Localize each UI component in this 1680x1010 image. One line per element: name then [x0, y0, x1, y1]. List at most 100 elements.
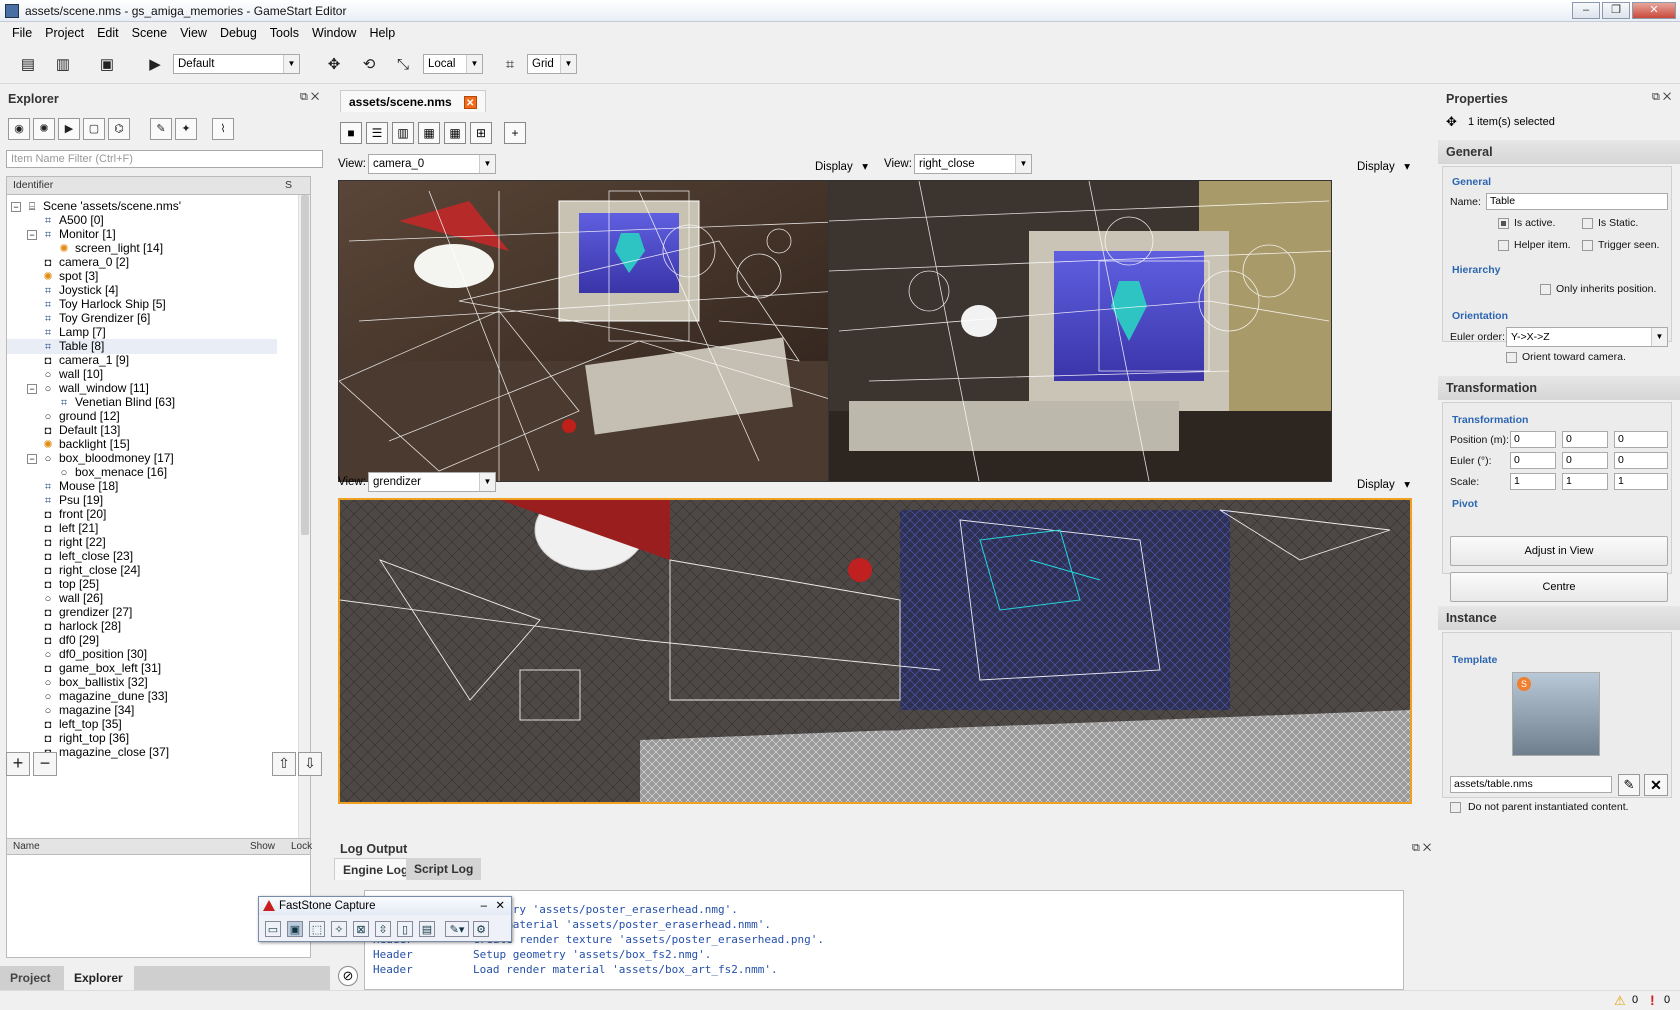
edit-icon[interactable]: ✎: [150, 118, 172, 140]
sparkle-icon[interactable]: ✦: [175, 118, 197, 140]
template-path-field[interactable]: assets/table.nms: [1450, 776, 1612, 793]
tree-item[interactable]: ⌗ Lamp [7]: [7, 325, 106, 340]
tree-item[interactable]: ○ wall [10]: [7, 367, 103, 382]
euler-order-select[interactable]: Y->X->Z ▼: [1506, 327, 1668, 347]
capture-fullscreen-icon[interactable]: ⊠: [353, 921, 369, 937]
tree-item[interactable]: ◘ right_top [36]: [7, 731, 129, 746]
add-item-button[interactable]: +: [6, 752, 30, 776]
tree-item[interactable]: ⌗ Psu [19]: [7, 493, 103, 508]
menu-help[interactable]: Help: [369, 26, 395, 40]
euler-z-field[interactable]: 0: [1614, 452, 1668, 469]
explorer-dock-buttons[interactable]: ⧉ ✕: [300, 91, 319, 104]
graph-icon[interactable]: ⌇: [212, 118, 234, 140]
tree-item[interactable]: ○ wall [26]: [7, 591, 103, 606]
tree-item[interactable]: ◘ right_close [24]: [7, 563, 141, 578]
is-static-checkbox[interactable]: [1582, 218, 1593, 229]
output-menu-icon[interactable]: ✎▾: [445, 921, 469, 937]
menu-window[interactable]: Window: [312, 26, 356, 40]
space-select[interactable]: Local ▼: [423, 54, 483, 74]
collapse-toggle-icon[interactable]: −: [27, 229, 37, 240]
euler-x-field[interactable]: 0: [1510, 452, 1556, 469]
edit-template-icon[interactable]: ✎: [1618, 774, 1640, 796]
add-script-icon[interactable]: ⌬: [108, 118, 130, 140]
log-console[interactable]: geometry 'assets/poster_eraserhead.nmg'.…: [364, 890, 1404, 990]
move-up-button[interactable]: ⇧: [272, 752, 296, 776]
menu-file[interactable]: File: [12, 26, 32, 40]
clear-template-icon[interactable]: ✕: [1644, 774, 1668, 796]
item-filter-input[interactable]: Item Name Filter (Ctrl+F): [6, 150, 323, 168]
add-node-icon[interactable]: ◉: [8, 118, 30, 140]
instance-section[interactable]: Instance: [1438, 606, 1680, 630]
orient-camera-checkbox[interactable]: [1506, 352, 1517, 363]
tree-item[interactable]: ◘ harlock [28]: [7, 619, 121, 634]
tree-item[interactable]: ⌗ Joystick [4]: [7, 283, 118, 298]
menu-tools[interactable]: Tools: [270, 26, 299, 40]
capture-fixed-icon[interactable]: ▯: [397, 921, 413, 937]
tree-item[interactable]: ⌗ Toy Harlock Ship [5]: [7, 297, 166, 312]
tree-item[interactable]: ○ magazine_dune [33]: [7, 689, 168, 704]
capture-freehand-icon[interactable]: ✧: [331, 921, 347, 937]
profile-select[interactable]: Default ▼: [173, 54, 300, 74]
properties-dock-buttons[interactable]: ⧉ ✕: [1652, 91, 1671, 104]
scale-x-field[interactable]: 1: [1510, 473, 1556, 490]
tree-item[interactable]: ◘magazine_close [37]: [7, 745, 169, 760]
close-tab-icon[interactable]: ✕: [463, 96, 477, 109]
snap-icon[interactable]: ⌗: [499, 54, 521, 76]
menu-view[interactable]: View: [180, 26, 207, 40]
faststone-capture-toolbar[interactable]: FastStone Capture – ✕ ▭ ▣ ⬚ ✧ ⊠ ⇳ ▯ ▤ ✎▾ ⚙: [258, 896, 512, 942]
display-menu[interactable]: Display ▾: [1357, 477, 1410, 491]
tree-item[interactable]: − ⌸ Scene 'assets/scene.nms': [7, 199, 181, 214]
faststone-minimize-icon[interactable]: –: [481, 897, 487, 915]
add-camera-icon[interactable]: ▶: [58, 118, 80, 140]
add-view-icon[interactable]: +: [504, 122, 526, 144]
capture-rect-icon[interactable]: ⬚: [309, 921, 325, 937]
tree-scroll-thumb[interactable]: [301, 195, 309, 535]
tree-item[interactable]: ○ df0_position [30]: [7, 647, 147, 662]
display-menu[interactable]: Display ▾: [1357, 159, 1410, 173]
tree-item[interactable]: ◘ left [21]: [7, 521, 99, 536]
minimize-button[interactable]: –: [1572, 2, 1600, 19]
name-field[interactable]: Table: [1486, 193, 1668, 210]
tree-item[interactable]: ◘ df0 [29]: [7, 633, 99, 648]
tree-item[interactable]: − ○ box_bloodmoney [17]: [7, 451, 174, 466]
viewport-right-close[interactable]: [828, 180, 1332, 482]
remove-item-button[interactable]: −: [33, 752, 57, 776]
clear-log-icon[interactable]: ⊘: [338, 966, 358, 986]
tree-item[interactable]: ✺ spot [3]: [7, 269, 98, 284]
layout-three-icon[interactable]: ▦: [418, 122, 440, 144]
maximize-button[interactable]: ❐: [1602, 2, 1630, 19]
play-icon[interactable]: ▶: [144, 54, 166, 76]
no-parent-checkbox[interactable]: [1450, 802, 1461, 813]
open-scene-icon[interactable]: ▥: [52, 54, 74, 76]
adjust-in-view-button[interactable]: Adjust in View: [1450, 536, 1668, 566]
move-down-button[interactable]: ⇩: [298, 752, 322, 776]
collapse-toggle-icon[interactable]: −: [27, 383, 37, 394]
add-light-icon[interactable]: ✺: [33, 118, 55, 140]
display-menu[interactable]: Display ▾: [815, 159, 868, 173]
tree-item[interactable]: ✺ screen_light [14]: [7, 241, 163, 256]
capture-scroll-icon[interactable]: ⇳: [375, 921, 391, 937]
tree-item[interactable]: ◘ front [20]: [7, 507, 107, 522]
tree-item[interactable]: ⌗ Mouse [18]: [7, 479, 118, 494]
viewport-grendizer[interactable]: [338, 498, 1412, 804]
general-section[interactable]: General: [1438, 140, 1680, 164]
tree-item[interactable]: ○ magazine [34]: [7, 703, 135, 718]
tree-scrollbar[interactable]: [298, 195, 310, 880]
scale-z-field[interactable]: 1: [1614, 473, 1668, 490]
tree-item[interactable]: ◘ Default [13]: [7, 423, 121, 438]
view-select-camera0[interactable]: camera_0 ▼: [368, 154, 496, 174]
position-z-field[interactable]: 0: [1614, 431, 1668, 448]
position-y-field[interactable]: 0: [1562, 431, 1608, 448]
document-tab[interactable]: assets/scene.nms ✕: [340, 90, 486, 112]
tree-item[interactable]: ○ box_ballistix [32]: [7, 675, 148, 690]
euler-y-field[interactable]: 0: [1562, 452, 1608, 469]
tab-project[interactable]: Project: [0, 966, 61, 990]
open-project-icon[interactable]: ▤: [17, 54, 39, 76]
tree-item[interactable]: − ○ wall_window [11]: [7, 381, 149, 396]
menu-project[interactable]: Project: [45, 26, 84, 40]
tree-item[interactable]: ◘ left_top [35]: [7, 717, 122, 732]
tree-item[interactable]: ◘ camera_0 [2]: [7, 255, 129, 270]
tree-item[interactable]: ◘ grendizer [27]: [7, 605, 133, 620]
menu-edit[interactable]: Edit: [97, 26, 119, 40]
tree-item[interactable]: ⌗ A500 [0]: [7, 213, 104, 228]
